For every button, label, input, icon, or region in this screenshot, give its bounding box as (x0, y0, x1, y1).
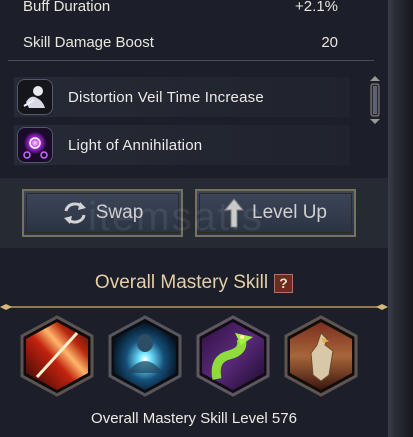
stat-label: Skill Damage Boost (23, 33, 154, 51)
stat-label: Buff Duration (23, 0, 111, 15)
stat-row-buff-duration: Buff Duration +2.1% (0, 0, 388, 21)
spirit-orb-icon (108, 315, 182, 397)
window-edge (388, 0, 413, 437)
list-scrollbar[interactable] (368, 76, 382, 124)
annihilation-orb-icon (17, 127, 53, 163)
swap-label: Swap (95, 202, 144, 223)
stat-value: 20 (321, 33, 338, 51)
mastery-skill-spirit-orb[interactable] (107, 315, 183, 397)
level-up-label: Level Up (252, 202, 327, 223)
skill-label: Light of Annihilation (68, 136, 203, 154)
mastery-skill-fire-slash[interactable] (19, 315, 95, 397)
swap-icon (62, 201, 88, 225)
swap-button[interactable]: Swap (22, 189, 183, 237)
mastery-skill-serpent[interactable] (195, 315, 271, 397)
skill-label: Distortion Veil Time Increase (68, 88, 264, 106)
skill-list-item[interactable]: Light of Annihilation (14, 125, 350, 165)
mastery-level-text: Overall Mastery Skill Level 576 (91, 410, 297, 427)
fire-slash-icon (20, 315, 94, 397)
eagle-icon (284, 315, 358, 397)
serpent-icon (196, 315, 270, 397)
divider (8, 60, 374, 61)
arrow-up-icon (224, 198, 244, 228)
help-icon[interactable]: ? (274, 273, 294, 293)
mastery-title-text: Overall Mastery Skill (94, 272, 269, 293)
mastery-skill-eagle[interactable] (283, 315, 359, 397)
level-up-button[interactable]: Level Up (195, 189, 356, 237)
stat-row-skill-damage: Skill Damage Boost 20 (0, 27, 388, 57)
skill-list-item[interactable]: Distortion Veil Time Increase (14, 77, 350, 117)
ornament-divider (0, 304, 388, 310)
mastery-title: Overall Mastery Skill ? (0, 265, 388, 301)
stat-value: +2.1% (295, 0, 338, 15)
distortion-veil-icon (17, 79, 53, 115)
